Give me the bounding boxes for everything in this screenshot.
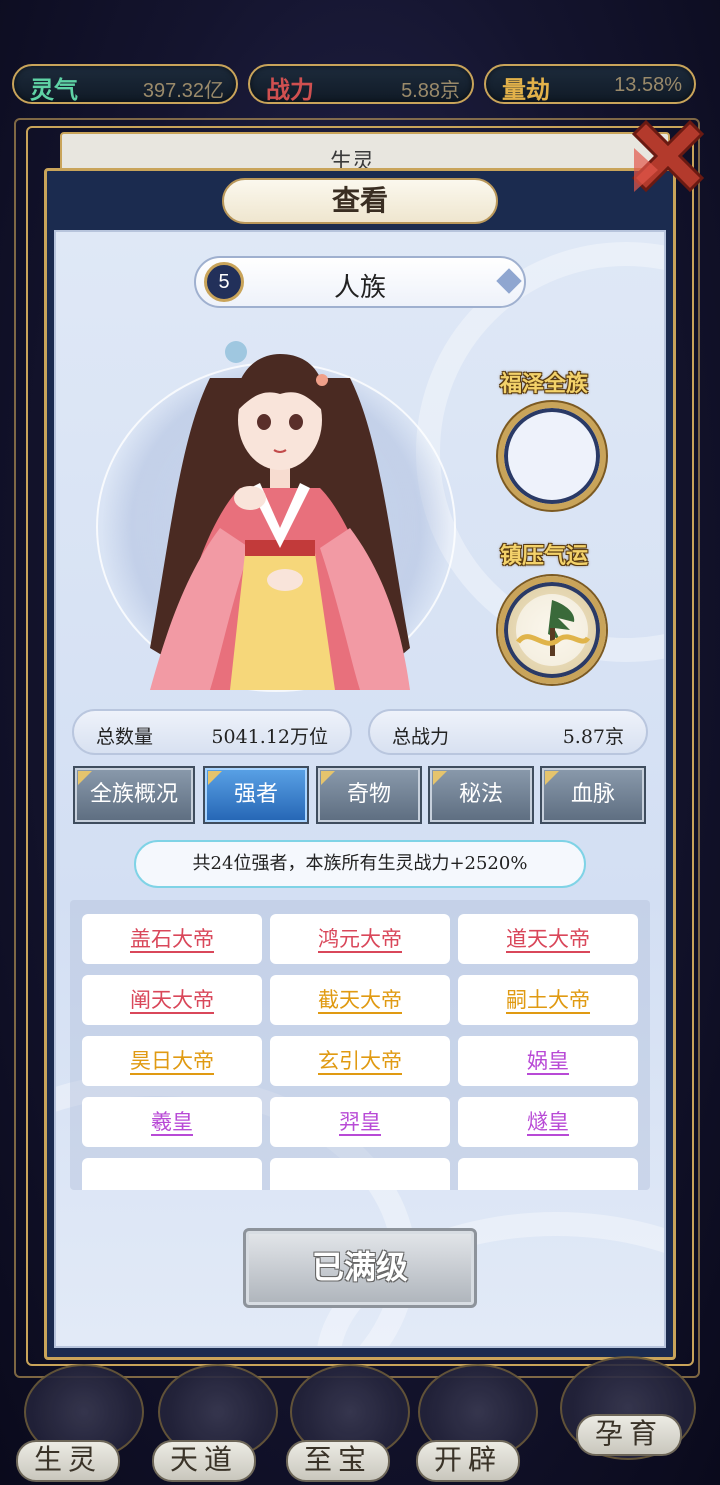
- hero-cell[interactable]: 截天大帝: [270, 975, 450, 1025]
- hero-cell[interactable]: 嗣土大帝: [458, 975, 638, 1025]
- hero-cell[interactable]: 羲皇: [82, 1097, 262, 1147]
- hero-cell-partial[interactable]: [458, 1158, 638, 1190]
- hero-cell-partial[interactable]: [270, 1158, 450, 1190]
- tab-secret-arts[interactable]: 秘法: [428, 766, 534, 824]
- nav-treasure[interactable]: 至宝: [286, 1440, 390, 1482]
- hero-name: 玄引大帝: [318, 1049, 402, 1073]
- stat-value: 5041.12万位: [211, 726, 328, 748]
- resource-value: 5.88京: [401, 80, 460, 102]
- resource-name: 战力: [266, 75, 314, 104]
- window-title: 查看: [222, 178, 498, 224]
- hero-cell[interactable]: 燧皇: [458, 1097, 638, 1147]
- hero-cell[interactable]: 阐天大帝: [82, 975, 262, 1025]
- suppress-label: 镇压气运: [500, 543, 589, 569]
- hero-name: 道天大帝: [506, 927, 590, 951]
- hero-name: 阐天大帝: [130, 988, 214, 1012]
- nav-heavenly-dao[interactable]: 天道: [152, 1440, 256, 1482]
- tab-label: 强者: [233, 782, 278, 807]
- stat-value: 5.87京: [562, 726, 624, 748]
- resource-calamity: 量劫 13.58%: [484, 64, 696, 104]
- tab-label: 血脉: [570, 782, 615, 807]
- hero-cell[interactable]: 娲皇: [458, 1036, 638, 1086]
- nav-creatures[interactable]: 生灵: [16, 1440, 120, 1482]
- resource-value: 13.58%: [614, 74, 682, 96]
- close-x-icon: [631, 119, 705, 193]
- hero-grid[interactable]: 盖石大帝 鸿元大帝 道天大帝 阐天大帝 截天大帝 嗣土大帝 昊日大帝 玄引大帝 …: [70, 900, 650, 1190]
- hero-cell[interactable]: 盖石大帝: [82, 914, 262, 964]
- blessing-slot[interactable]: [498, 402, 606, 510]
- race-selector[interactable]: 5 人族: [194, 256, 526, 308]
- hero-name: 羿皇: [339, 1110, 381, 1134]
- tab-artifacts[interactable]: 奇物: [316, 766, 422, 824]
- strong-bonus-notice: 共24位强者，本族所有生灵战力+2520%: [134, 840, 586, 888]
- suppress-slot[interactable]: [498, 576, 606, 684]
- resource-name: 量劫: [502, 75, 550, 104]
- blessing-label: 福泽全族: [500, 371, 589, 397]
- nav-nurture[interactable]: 孕育: [576, 1414, 682, 1456]
- hero-name: 盖石大帝: [130, 927, 214, 951]
- tab-strong[interactable]: 强者: [203, 766, 309, 824]
- hero-name: 截天大帝: [318, 988, 402, 1012]
- hero-cell[interactable]: 羿皇: [270, 1097, 450, 1147]
- hero-cell[interactable]: 昊日大帝: [82, 1036, 262, 1086]
- resource-lingqi: 灵气 397.32亿: [12, 64, 238, 104]
- tab-overview[interactable]: 全族概况: [73, 766, 195, 824]
- hero-cell-partial[interactable]: [82, 1158, 262, 1190]
- hero-name: 娲皇: [527, 1049, 569, 1073]
- hero-name: 昊日大帝: [130, 1049, 214, 1073]
- nav-expand[interactable]: 开辟: [416, 1440, 520, 1482]
- tab-label: 秘法: [458, 782, 503, 807]
- total-count-stat: 总数量 5041.12万位: [72, 709, 352, 755]
- stat-label: 总数量: [96, 726, 154, 748]
- pine-tree-icon: [516, 594, 591, 666]
- character-portrait: [150, 341, 410, 690]
- hero-cell[interactable]: 道天大帝: [458, 914, 638, 964]
- hero-name: 燧皇: [527, 1110, 569, 1134]
- hero-cell[interactable]: 玄引大帝: [270, 1036, 450, 1086]
- hero-name: 羲皇: [151, 1110, 193, 1134]
- hero-name: 嗣土大帝: [506, 988, 590, 1012]
- hero-name: 鸿元大帝: [318, 927, 402, 951]
- stat-label: 总战力: [392, 726, 450, 748]
- hero-cell[interactable]: 鸿元大帝: [270, 914, 450, 964]
- tab-bloodline[interactable]: 血脉: [540, 766, 646, 824]
- close-button[interactable]: [624, 108, 708, 208]
- resource-power: 战力 5.88京: [248, 64, 474, 104]
- resource-name: 灵气: [30, 75, 78, 104]
- total-power-stat: 总战力 5.87京: [368, 709, 648, 755]
- tab-label: 奇物: [346, 782, 391, 807]
- tab-label: 全族概况: [89, 782, 178, 807]
- resource-value: 397.32亿: [142, 80, 224, 102]
- race-name: 人族: [333, 273, 386, 303]
- max-level-button[interactable]: 已满级: [243, 1228, 477, 1308]
